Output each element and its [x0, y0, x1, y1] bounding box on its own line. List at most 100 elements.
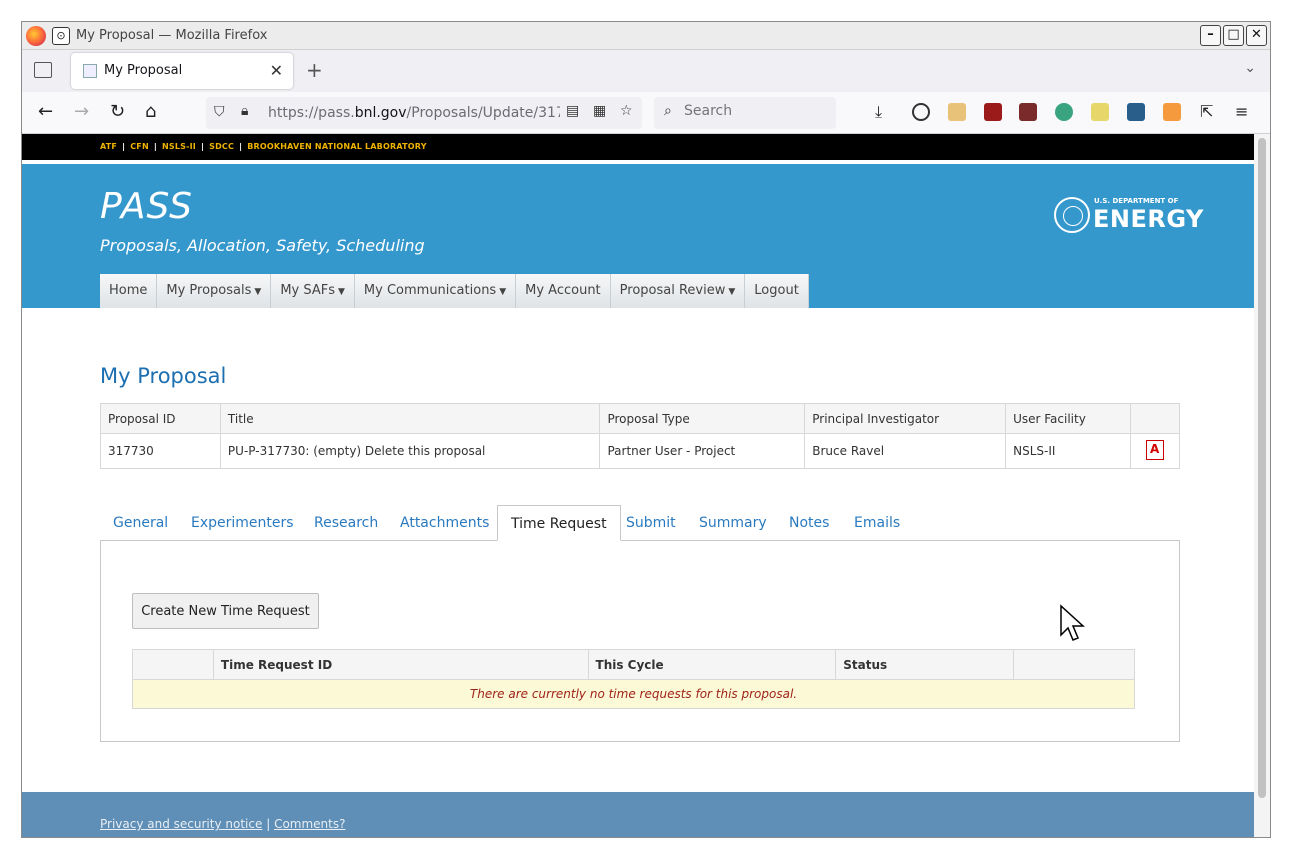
page-scrollbar[interactable] [1254, 134, 1270, 837]
extension-icon-3[interactable] [1019, 103, 1037, 121]
list-all-tabs-chevron-icon[interactable]: ⌄ [1244, 60, 1256, 76]
nav-my-communications[interactable]: My Communications ▼ [354, 274, 517, 308]
extension-icon-5[interactable] [1091, 103, 1109, 121]
title-bar: ⊙ My Proposal — Mozilla Firefox – □ ✕ [22, 22, 1270, 50]
bookmark-star-icon[interactable]: ☆ [620, 103, 633, 119]
minimize-button[interactable]: – [1200, 25, 1221, 46]
extension-icon-6[interactable] [1127, 103, 1145, 121]
browser-window: ⊙ My Proposal — Mozilla Firefox – □ ✕ My… [21, 21, 1271, 838]
lab-link-cfn[interactable]: CFN [130, 142, 149, 151]
tab-attachments[interactable]: Attachments [387, 505, 502, 541]
lab-link-sdcc[interactable]: SDCC [209, 142, 234, 151]
extensions-icon[interactable]: ⇱ [1200, 101, 1213, 123]
menu-icon[interactable]: ≡ [1235, 101, 1248, 123]
doe-logo-title: ENERGY [1093, 205, 1204, 233]
table-row: There are currently no time requests for… [132, 679, 1135, 709]
site-footer: Privacy and security notice | Comments? [22, 792, 1256, 837]
search-icon: ⌕ [664, 103, 672, 119]
cell-facility: NSLS-II [1005, 433, 1131, 469]
lab-link-nsls2[interactable]: NSLS-II [162, 142, 196, 151]
tab-general[interactable]: General [100, 505, 181, 541]
tab-close-icon[interactable]: ✕ [270, 61, 283, 80]
tab-label: My Proposal [104, 63, 183, 78]
cell-pi: Bruce Ravel [804, 433, 1007, 469]
qr-code-icon[interactable]: ▦ [593, 103, 606, 119]
col-user-facility: User Facility [1005, 403, 1131, 434]
col-proposal-type: Proposal Type [599, 403, 806, 434]
nav-my-proposals[interactable]: My Proposals ▼ [157, 274, 272, 308]
forward-button[interactable]: → [74, 101, 89, 123]
cell-title: PU-P-317730: (empty) Delete this proposa… [219, 433, 601, 469]
url-text[interactable]: https://pass.bnl.gov/Proposals/Update/31… [268, 105, 560, 121]
col-proposal-id: Proposal ID [100, 403, 221, 434]
caret-down-icon: ▼ [338, 287, 345, 297]
tab-my-proposal[interactable]: My Proposal ✕ [71, 53, 293, 89]
tab-emails[interactable]: Emails [841, 505, 913, 541]
lock-icon[interactable]: 🔒︎ [241, 103, 248, 119]
col-status: Status [835, 649, 1015, 680]
tab-submit[interactable]: Submit [613, 505, 689, 541]
window-title: My Proposal — Mozilla Firefox [76, 28, 268, 43]
nav-proposal-review[interactable]: Proposal Review ▼ [610, 274, 746, 308]
tab-research[interactable]: Research [301, 505, 391, 541]
caret-down-icon: ▼ [254, 287, 262, 297]
table-header-row: Proposal ID Title Proposal Type Principa… [100, 403, 1181, 434]
nav-my-account[interactable]: My Account [516, 274, 611, 308]
nav-logout[interactable]: Logout [745, 274, 809, 308]
firefox-icon [26, 26, 46, 46]
lab-link-bnl[interactable]: BROOKHAVEN NATIONAL LABORATORY [247, 142, 427, 151]
lab-link-atf[interactable]: ATF [100, 142, 117, 151]
new-tab-button[interactable]: + [306, 58, 323, 82]
extension-icon-7[interactable] [1163, 103, 1181, 121]
doe-logo-subtitle: U.S. DEPARTMENT OF [1094, 197, 1179, 205]
url-bar[interactable]: ⛉ 🔒︎ https://pass.bnl.gov/Proposals/Upda… [206, 97, 642, 129]
doe-seal-icon [1054, 197, 1090, 233]
tab-strip: My Proposal ✕ + ⌄ [22, 50, 1270, 92]
lab-links-strip: ATF | CFN | NSLS-II | SDCC | BROOKHAVEN NATIONAL… [22, 134, 1256, 162]
caret-down-icon: ▼ [728, 287, 736, 297]
col-actions [1013, 649, 1135, 680]
privacy-notice-link[interactable]: Privacy and security notice [100, 817, 262, 831]
site-brand[interactable]: PASS [100, 186, 193, 227]
window-menu-icon[interactable]: ⊙ [52, 27, 70, 45]
col-this-cycle: This Cycle [587, 649, 837, 680]
nav-my-safs[interactable]: My SAFs ▼ [271, 274, 355, 308]
tab-time-request[interactable]: Time Request [497, 505, 621, 541]
account-icon[interactable] [912, 103, 930, 121]
tab-experimenters[interactable]: Experimenters [178, 505, 307, 541]
downloads-icon[interactable]: ⤓ [875, 101, 882, 123]
create-time-request-button[interactable]: Create New Time Request [132, 593, 319, 629]
proposal-tabs: General Experimenters Research Attachmen… [100, 505, 1180, 541]
tracking-shield-icon[interactable]: ⛉ [214, 104, 225, 120]
comments-link[interactable]: Comments? [274, 817, 345, 831]
col-time-request-id: Time Request ID [212, 649, 589, 680]
reload-button[interactable]: ↻ [110, 101, 125, 123]
tab-notes[interactable]: Notes [776, 505, 842, 541]
reader-view-icon[interactable]: ▤ [566, 103, 579, 119]
cell-pdf [1129, 433, 1181, 469]
tab-summary[interactable]: Summary [686, 505, 780, 541]
col-pdf [1129, 403, 1181, 434]
page-favicon-icon [83, 64, 97, 78]
ublock-icon[interactable] [984, 103, 1002, 121]
cell-proposal-id: 317730 [100, 433, 221, 469]
extension-icon-1[interactable] [948, 103, 966, 121]
page-title: My Proposal [100, 364, 227, 388]
col-principal-investigator: Principal Investigator [804, 403, 1007, 434]
extension-icon-4[interactable] [1055, 103, 1073, 121]
firefox-view-icon[interactable] [34, 62, 52, 78]
scrollbar-thumb[interactable] [1258, 138, 1266, 798]
search-input[interactable] [684, 103, 824, 119]
home-button[interactable]: ⌂ [145, 101, 156, 123]
time-request-table: Time Request ID This Cycle Status There … [132, 649, 1135, 709]
pdf-icon[interactable] [1145, 439, 1164, 460]
cell-proposal-type: Partner User - Project [599, 433, 806, 469]
back-button[interactable]: ← [38, 101, 53, 123]
search-bar[interactable]: ⌕ [654, 97, 836, 129]
footer-separator: | [266, 817, 271, 831]
col-blank [132, 649, 214, 680]
nav-home[interactable]: Home [100, 274, 158, 308]
maximize-button[interactable]: □ [1223, 25, 1244, 46]
close-window-button[interactable]: ✕ [1246, 25, 1267, 46]
site-header: PASS Proposals, Allocation, Safety, Sche… [22, 164, 1256, 308]
